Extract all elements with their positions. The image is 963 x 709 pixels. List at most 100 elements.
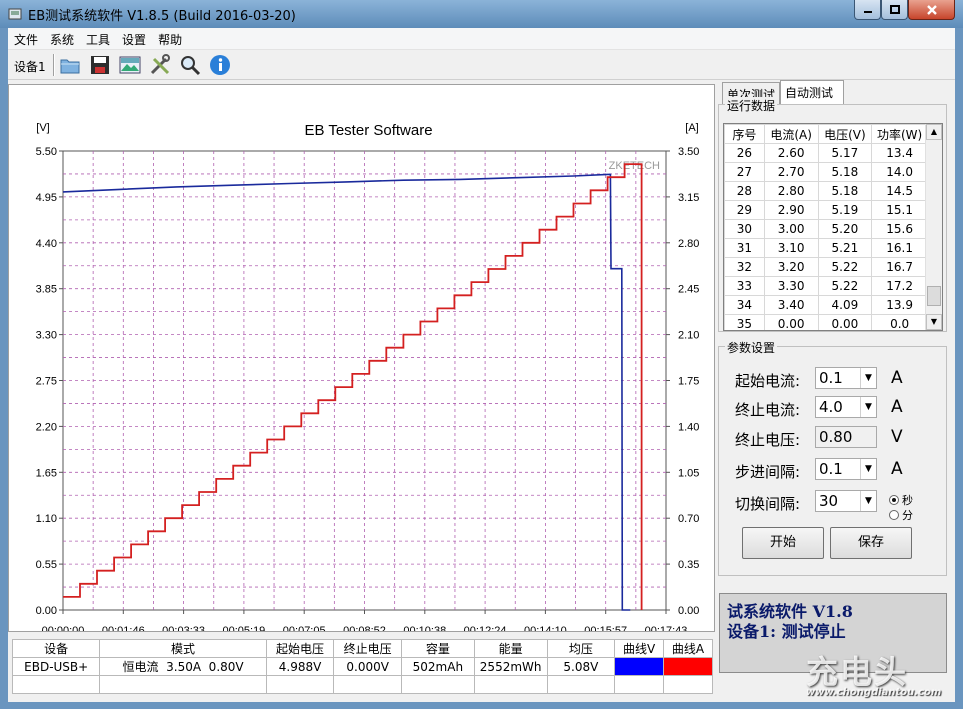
start-button[interactable]: 开始 [742, 527, 824, 559]
run-row[interactable]: 35 0.00 0.00 0.0 [724, 314, 928, 330]
close-icon [926, 4, 937, 15]
run-data-list[interactable]: 序号 电流(A) 电压(V) 功率(W) 26 2.60 5.17 13.4 27 2.7… [723, 123, 943, 331]
x-tick-label: 00:17:43 [645, 625, 688, 631]
run-cell: 5.22 [817, 276, 873, 296]
run-cell: 5.21 [817, 238, 873, 258]
chevron-down-icon[interactable]: ▼ [860, 397, 876, 417]
chevron-down-icon[interactable]: ▼ [860, 459, 876, 479]
run-cell: 3.00 [763, 219, 819, 239]
y-left-tick-label: 0.55 [36, 559, 57, 571]
end-voltage-field[interactable]: 0.80 [815, 426, 877, 448]
run-header: 电压(V) [817, 124, 873, 144]
close-button[interactable] [908, 0, 955, 20]
end-voltage-value: 0.80 [819, 428, 853, 446]
info-icon[interactable] [208, 53, 232, 77]
scroll-up-icon[interactable]: ▲ [926, 124, 942, 140]
run-header: 电流(A) [763, 124, 819, 144]
run-cell: 0.00 [817, 314, 873, 330]
summary-header: 容量 [400, 639, 475, 658]
run-row[interactable]: 30 3.00 5.20 15.6 [724, 219, 928, 239]
start-current-row: 起始电流: 0.1 ▼ A [735, 367, 945, 391]
device-selector[interactable]: 设备1 [14, 58, 46, 75]
menu-tools[interactable]: 工具 [80, 28, 116, 51]
run-row[interactable]: 29 2.90 5.19 15.1 [724, 200, 928, 220]
open-folder-icon[interactable] [58, 53, 82, 77]
run-scrollbar[interactable]: ▲ ▼ [925, 124, 942, 330]
menu-settings[interactable]: 设置 [116, 28, 152, 51]
minimize-button[interactable] [854, 0, 881, 20]
y-right-tick-label: 1.75 [678, 376, 699, 388]
y-left-tick-label: 2.20 [36, 421, 57, 433]
menu-help[interactable]: 帮助 [152, 28, 188, 51]
curve-a-swatch[interactable] [663, 657, 713, 676]
run-cell: 14.5 [871, 181, 928, 201]
scroll-down-icon[interactable]: ▼ [926, 314, 942, 330]
window-title: EB测试系统软件 V1.8.5 (Build 2016-03-20) [28, 9, 296, 24]
run-cell: 3.20 [763, 257, 819, 277]
save-disk-icon[interactable] [88, 53, 112, 77]
run-row[interactable]: 32 3.20 5.22 16.7 [724, 257, 928, 277]
run-cell: 3.10 [763, 238, 819, 258]
step-unit: A [891, 459, 903, 479]
tab-auto-test[interactable]: 自动测试 [780, 80, 844, 105]
run-cell: 3.30 [763, 276, 819, 296]
y-right-tick-label: 2.45 [678, 284, 699, 296]
end-voltage-row: 终止电压: 0.80 V [735, 426, 945, 450]
run-data-table: 序号 电流(A) 电压(V) 功率(W) 26 2.60 5.17 13.4 27 2.7… [724, 124, 928, 330]
scroll-thumb[interactable] [927, 286, 941, 306]
run-cell: 2.70 [763, 162, 819, 182]
run-cell: 33 [724, 276, 765, 296]
run-row[interactable]: 34 3.40 4.09 13.9 [724, 295, 928, 315]
save-button[interactable]: 保存 [830, 527, 912, 559]
unit-min-radio[interactable]: 分 [889, 507, 913, 523]
switch-select[interactable]: 30 ▼ [815, 490, 877, 512]
picture-icon[interactable] [118, 53, 142, 77]
search-icon[interactable] [178, 53, 202, 77]
run-row[interactable]: 33 3.30 5.22 17.2 [724, 276, 928, 296]
menu-file[interactable]: 文件 [8, 28, 44, 51]
summary-header: 起始电压 [265, 639, 335, 658]
step-select[interactable]: 0.1 ▼ [815, 458, 877, 480]
run-cell: 0.00 [763, 314, 819, 330]
y-right-tick-label: 0.70 [678, 513, 699, 525]
curve-v-swatch[interactable] [614, 657, 665, 676]
y-left-tick-label: 4.95 [36, 192, 57, 204]
summary-empty-row [11, 675, 713, 694]
y-left-tick-label: 1.10 [36, 513, 57, 525]
summary-cell: 0.000V [333, 657, 402, 676]
run-row[interactable]: 27 2.70 5.18 14.0 [724, 162, 928, 182]
switch-label: 切换间隔: [735, 495, 801, 513]
run-row[interactable]: 31 3.10 5.21 16.1 [724, 238, 928, 258]
x-tick-label: 00:03:33 [162, 625, 205, 631]
run-cell: 26 [724, 143, 765, 163]
y-left-tick-label: 2.75 [36, 376, 57, 388]
run-row[interactable]: 28 2.80 5.18 14.5 [724, 181, 928, 201]
y-left-axis-label: [V] [36, 122, 49, 134]
chevron-down-icon[interactable]: ▼ [860, 491, 876, 511]
run-cell: 16.7 [871, 257, 928, 277]
summary-cell: EBD-USB+ [11, 657, 101, 676]
unit-sec-radio[interactable]: 秒 [889, 492, 913, 508]
menu-system[interactable]: 系统 [44, 28, 80, 51]
app-icon [8, 8, 22, 20]
summary-header: 曲线V [614, 639, 665, 658]
y-left-tick-label: 5.50 [36, 146, 57, 158]
radio-checked-icon [889, 495, 899, 505]
end-current-select[interactable]: 4.0 ▼ [815, 396, 877, 418]
y-right-axis-label: [A] [685, 122, 698, 134]
run-cell: 27 [724, 162, 765, 182]
y-left-tick-label: 1.65 [36, 467, 57, 479]
run-row[interactable]: 26 2.60 5.17 13.4 [724, 143, 928, 163]
end-current-label: 终止电流: [735, 401, 801, 419]
tools-icon[interactable] [148, 53, 172, 77]
y-right-tick-label: 2.10 [678, 330, 699, 342]
start-current-select[interactable]: 0.1 ▼ [815, 367, 877, 389]
watermark-logo: 充电头 www.chongdiantou.com [806, 647, 956, 707]
summary-cell: 5.08V [546, 657, 616, 676]
title-bar[interactable]: EB测试系统软件 V1.8.5 (Build 2016-03-20) [0, 0, 963, 28]
watermark-url: www.chongdiantou.com [806, 687, 942, 698]
maximize-button[interactable] [881, 0, 908, 20]
x-tick-label: 00:05:19 [222, 625, 265, 631]
chart-svg: 5.50 4.95 4.40 3.85 3.30 2.75 2.20 1.65 1.10 0.55… [36, 122, 700, 631]
chevron-down-icon[interactable]: ▼ [860, 368, 876, 388]
